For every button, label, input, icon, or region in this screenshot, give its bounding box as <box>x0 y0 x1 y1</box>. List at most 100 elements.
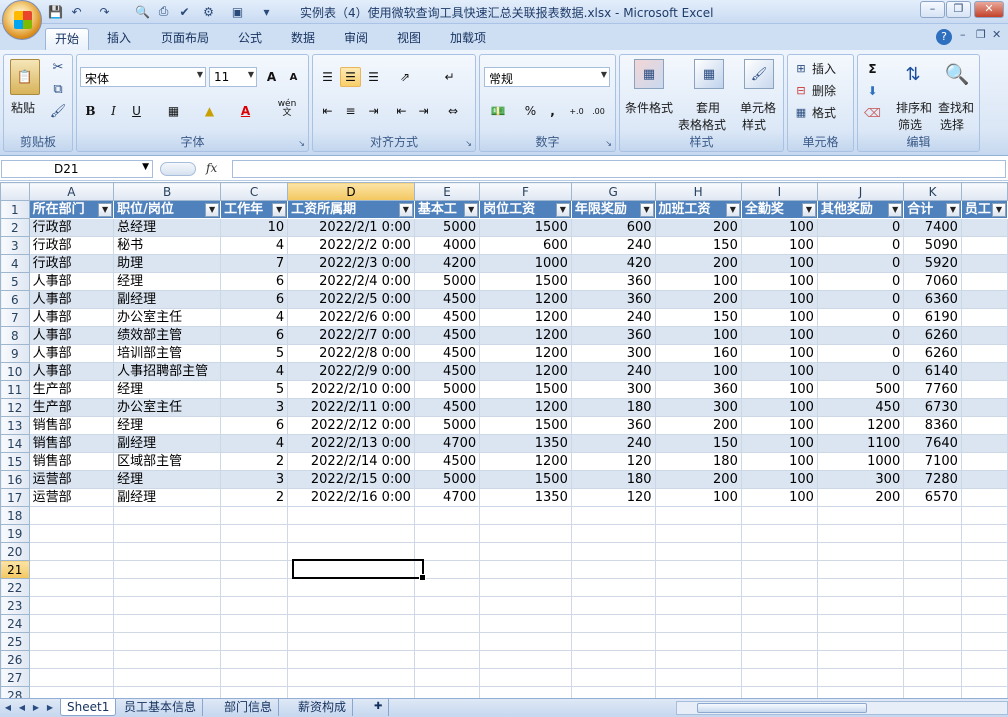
table-cell[interactable]: 7640 <box>903 434 962 453</box>
table-cell[interactable]: 240 <box>570 434 656 453</box>
filter-dropdown-icon[interactable]: ▼ <box>272 203 287 217</box>
empty-cell[interactable] <box>570 542 656 561</box>
table-cell[interactable]: 1200 <box>479 290 572 309</box>
table-cell[interactable]: 1200 <box>479 344 572 363</box>
table-cell[interactable]: 2022/2/2 0:00 <box>287 236 415 255</box>
row-header[interactable]: 1 <box>0 200 30 219</box>
row-header[interactable]: 24 <box>0 614 30 633</box>
print-preview-icon[interactable]: 🔍 <box>134 3 151 20</box>
table-cell[interactable]: 600 <box>479 236 572 255</box>
table-cell[interactable]: 6570 <box>903 488 962 507</box>
table-cell[interactable]: 1200 <box>479 308 572 327</box>
filter-dropdown-icon[interactable]: ▼ <box>398 203 413 217</box>
empty-cell[interactable] <box>413 596 481 615</box>
empty-cell[interactable] <box>220 614 289 633</box>
table-cell[interactable]: 副经理 <box>113 290 222 309</box>
format-cells-button[interactable]: 格式 <box>812 104 836 121</box>
paste-icon[interactable]: 📋 <box>10 59 40 95</box>
table-cell[interactable]: 2022/2/13 0:00 <box>287 434 415 453</box>
empty-cell[interactable] <box>479 524 572 543</box>
table-cell[interactable] <box>960 470 1008 489</box>
empty-cell[interactable] <box>479 668 572 687</box>
table-cell[interactable]: 7760 <box>903 380 962 399</box>
font-name-select[interactable]: 宋体 ▼ <box>80 67 206 87</box>
table-cell[interactable]: 240 <box>570 236 656 255</box>
table-cell[interactable]: 6190 <box>903 308 962 327</box>
table-cell[interactable]: 2022/2/7 0:00 <box>287 326 415 345</box>
table-cell[interactable]: 4500 <box>413 344 481 363</box>
table-cell[interactable]: 0 <box>816 272 905 291</box>
table-cell[interactable]: 人事招聘部主管 <box>113 362 222 381</box>
row-header[interactable]: 12 <box>0 398 30 417</box>
row-header[interactable]: 26 <box>0 650 30 669</box>
filter-dropdown-icon[interactable]: ▼ <box>888 203 903 217</box>
empty-cell[interactable] <box>28 524 115 543</box>
table-cell[interactable]: 100 <box>740 398 818 417</box>
table-cell[interactable]: 4700 <box>413 434 481 453</box>
empty-cell[interactable] <box>960 632 1008 651</box>
empty-cell[interactable] <box>816 596 905 615</box>
table-cell[interactable]: 6140 <box>903 362 962 381</box>
row-header[interactable]: 3 <box>0 236 30 255</box>
table-cell[interactable]: 2022/2/3 0:00 <box>287 254 415 273</box>
empty-cell[interactable] <box>113 650 222 669</box>
empty-cell[interactable] <box>654 632 742 651</box>
empty-cell[interactable] <box>570 632 656 651</box>
table-cell[interactable]: 1200 <box>479 362 572 381</box>
empty-cell[interactable] <box>220 524 289 543</box>
column-header[interactable]: E <box>413 182 481 201</box>
align-center-icon[interactable]: ≡ <box>340 101 361 121</box>
table-cell[interactable]: 6260 <box>903 326 962 345</box>
fill-color-icon[interactable]: ▲ <box>199 101 220 121</box>
empty-cell[interactable] <box>740 596 818 615</box>
table-cell[interactable]: 2022/2/5 0:00 <box>287 290 415 309</box>
table-cell[interactable] <box>960 452 1008 471</box>
empty-cell[interactable] <box>740 506 818 525</box>
empty-cell[interactable] <box>28 614 115 633</box>
table-cell[interactable]: 0 <box>816 308 905 327</box>
table-cell[interactable]: 100 <box>740 488 818 507</box>
header-cell[interactable]: 工作年 ▼ <box>220 200 289 219</box>
table-cell[interactable]: 6360 <box>903 290 962 309</box>
table-cell[interactable]: 5000 <box>413 470 481 489</box>
header-cell[interactable]: 加班工资 ▼ <box>654 200 742 219</box>
empty-cell[interactable] <box>287 596 415 615</box>
column-header[interactable]: C <box>220 182 289 201</box>
empty-cell[interactable] <box>740 650 818 669</box>
table-cell[interactable]: 150 <box>654 434 742 453</box>
empty-cell[interactable] <box>413 542 481 561</box>
dialog-launcher-icon[interactable]: ↘ <box>298 139 305 148</box>
header-cell[interactable]: 基本工 ▼ <box>413 200 481 219</box>
table-cell[interactable]: 500 <box>816 380 905 399</box>
table-cell[interactable]: 120 <box>570 488 656 507</box>
table-cell[interactable]: 100 <box>740 326 818 345</box>
table-cell[interactable]: 2022/2/10 0:00 <box>287 380 415 399</box>
table-cell[interactable]: 运营部 <box>28 470 115 489</box>
table-cell[interactable]: 总经理 <box>113 218 222 237</box>
align-right-icon[interactable]: ⇥ <box>363 101 384 121</box>
table-cell[interactable]: 2022/2/14 0:00 <box>287 452 415 471</box>
align-middle-icon[interactable]: ☰ <box>340 67 361 87</box>
empty-cell[interactable] <box>570 614 656 633</box>
filter-dropdown-icon[interactable]: ▼ <box>725 203 740 217</box>
empty-cell[interactable] <box>654 686 742 698</box>
empty-cell[interactable] <box>903 560 962 579</box>
table-cell[interactable]: 0 <box>816 236 905 255</box>
table-cell[interactable]: 0 <box>816 362 905 381</box>
column-header[interactable]: G <box>570 182 656 201</box>
table-cell[interactable]: 2022/2/12 0:00 <box>287 416 415 435</box>
row-header[interactable]: 11 <box>0 380 30 399</box>
table-cell[interactable]: 4 <box>220 362 289 381</box>
empty-cell[interactable] <box>28 542 115 561</box>
empty-cell[interactable] <box>220 650 289 669</box>
empty-cell[interactable] <box>413 668 481 687</box>
table-cell[interactable]: 7060 <box>903 272 962 291</box>
empty-cell[interactable] <box>740 578 818 597</box>
table-cell[interactable] <box>960 254 1008 273</box>
table-cell[interactable]: 100 <box>740 470 818 489</box>
underline-button[interactable]: U <box>126 101 147 121</box>
header-cell[interactable]: 职位/岗位 ▼ <box>113 200 222 219</box>
empty-cell[interactable] <box>28 686 115 698</box>
table-cell[interactable]: 1200 <box>479 398 572 417</box>
column-header[interactable]: H <box>654 182 742 201</box>
